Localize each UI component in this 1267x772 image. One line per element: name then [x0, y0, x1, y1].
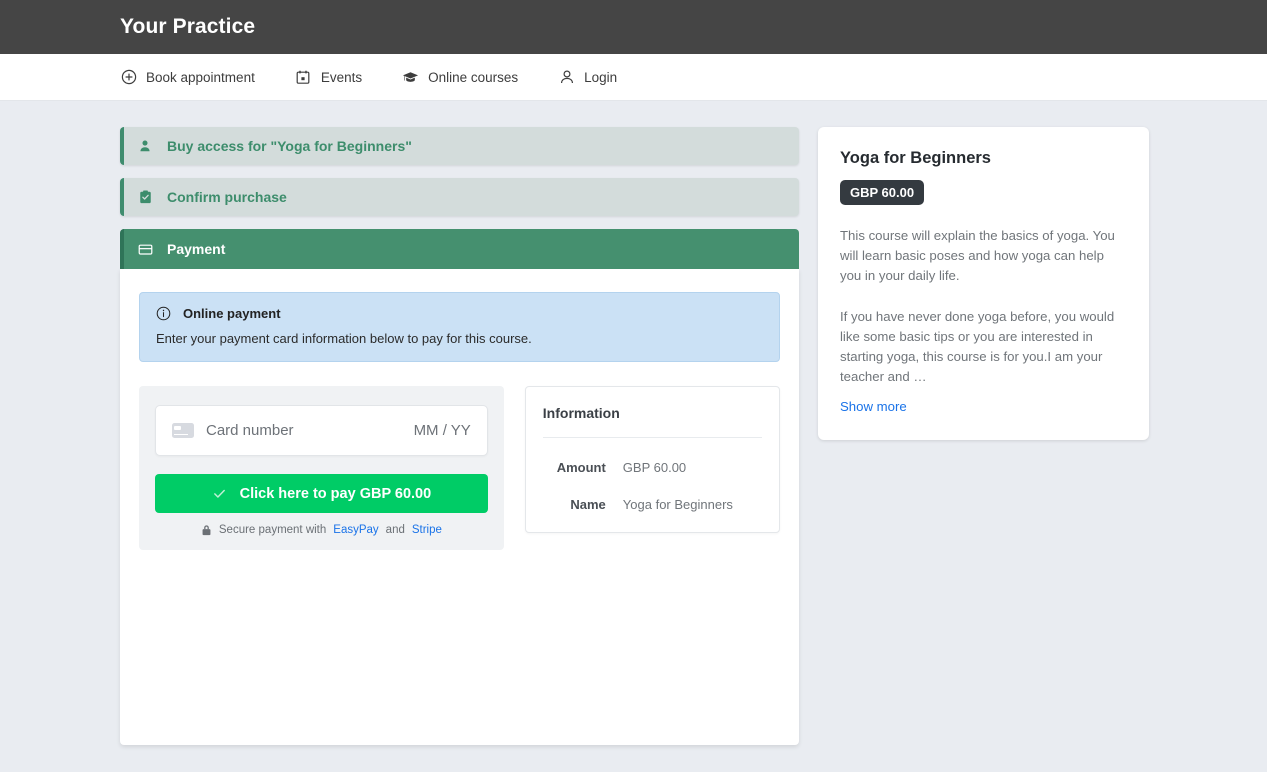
nav-item-label: Book appointment	[146, 69, 255, 85]
check-icon	[212, 486, 227, 501]
information-box: Information Amount GBP 60.00 Name Yoga f…	[524, 386, 780, 533]
wizard-step-label: Payment	[167, 241, 226, 257]
wizard-step-payment: Payment	[120, 229, 799, 269]
card-expiry-input[interactable]: MM / YY	[414, 422, 471, 439]
payment-panel: Online payment Enter your payment card i…	[120, 269, 799, 745]
nav-item-label: Events	[320, 69, 363, 85]
secure-payment-note: Secure payment with EasyPay and Stripe	[155, 524, 488, 536]
secure-conjunction: and	[385, 524, 405, 536]
nav-item-label: Login	[584, 69, 618, 85]
alert-title: Online payment	[183, 306, 281, 321]
show-more-link[interactable]: Show more	[840, 399, 907, 414]
wizard-step-buy-access[interactable]: Buy access for "Yoga for Beginners"	[120, 127, 799, 165]
main-navigation: Book appointment Events Online courses L…	[0, 54, 1267, 101]
information-label: Name	[570, 497, 606, 512]
information-value: GBP 60.00	[622, 460, 687, 475]
information-row-name: Name Yoga for Beginners	[543, 497, 762, 512]
information-row-amount: Amount GBP 60.00	[543, 460, 762, 475]
lock-icon	[201, 524, 212, 536]
stripe-link[interactable]: Stripe	[412, 524, 442, 536]
page-body: Buy access for "Yoga for Beginners" Conf…	[0, 101, 1267, 745]
credit-card-icon	[137, 241, 153, 257]
card-entry-box: Card number MM / YY Click here to pay GB…	[139, 386, 504, 550]
user-icon	[137, 138, 153, 154]
payment-row: Card number MM / YY Click here to pay GB…	[139, 386, 780, 550]
information-title: Information	[542, 405, 762, 438]
clipboard-check-icon	[137, 189, 153, 205]
app-header: Your Practice	[0, 0, 1267, 54]
info-circle-icon	[156, 306, 171, 321]
course-description-paragraph-1: This course will explain the basics of y…	[840, 228, 1115, 283]
information-label: Amount	[556, 460, 606, 475]
calendar-icon	[295, 69, 312, 86]
easypay-link[interactable]: EasyPay	[333, 524, 378, 536]
nav-item-book-appointment[interactable]: Book appointment	[120, 69, 255, 86]
nav-item-login[interactable]: Login	[558, 69, 617, 86]
nav-item-online-courses[interactable]: Online courses	[402, 69, 518, 86]
credit-card-icon	[172, 423, 194, 438]
course-description-paragraph-2: If you have never done yoga before, you …	[840, 309, 1115, 384]
online-payment-alert: Online payment Enter your payment card i…	[139, 292, 780, 362]
information-value: Yoga for Beginners	[622, 497, 733, 512]
course-card: Yoga for Beginners GBP 60.00 This course…	[818, 127, 1149, 440]
wizard-step-label: Confirm purchase	[167, 189, 287, 205]
wizard-step-label: Buy access for "Yoga for Beginners"	[167, 138, 412, 154]
nav-item-events[interactable]: Events	[295, 69, 362, 86]
pay-button-label: Click here to pay GBP 60.00	[239, 485, 432, 502]
card-number-input[interactable]: Card number	[206, 422, 414, 439]
course-summary-column: Yoga for Beginners GBP 60.00 This course…	[818, 127, 1149, 440]
secure-prefix: Secure payment with	[218, 524, 327, 536]
nav-item-label: Online courses	[428, 69, 519, 85]
alert-header: Online payment	[156, 306, 763, 321]
brand-title: Your Practice	[120, 15, 256, 38]
course-price-badge: GBP 60.00	[840, 180, 925, 205]
user-icon	[558, 69, 575, 86]
course-title: Yoga for Beginners	[840, 149, 991, 167]
alert-body: Enter your payment card information belo…	[156, 331, 532, 346]
graduation-cap-icon	[402, 69, 419, 86]
wizard-steps: Buy access for "Yoga for Beginners" Conf…	[120, 127, 799, 269]
card-input-group[interactable]: Card number MM / YY	[155, 405, 488, 456]
checkout-wizard: Buy access for "Yoga for Beginners" Conf…	[120, 127, 799, 745]
pay-button[interactable]: Click here to pay GBP 60.00	[155, 474, 488, 513]
plus-circle-icon	[120, 69, 137, 86]
wizard-step-confirm-purchase[interactable]: Confirm purchase	[120, 178, 799, 216]
